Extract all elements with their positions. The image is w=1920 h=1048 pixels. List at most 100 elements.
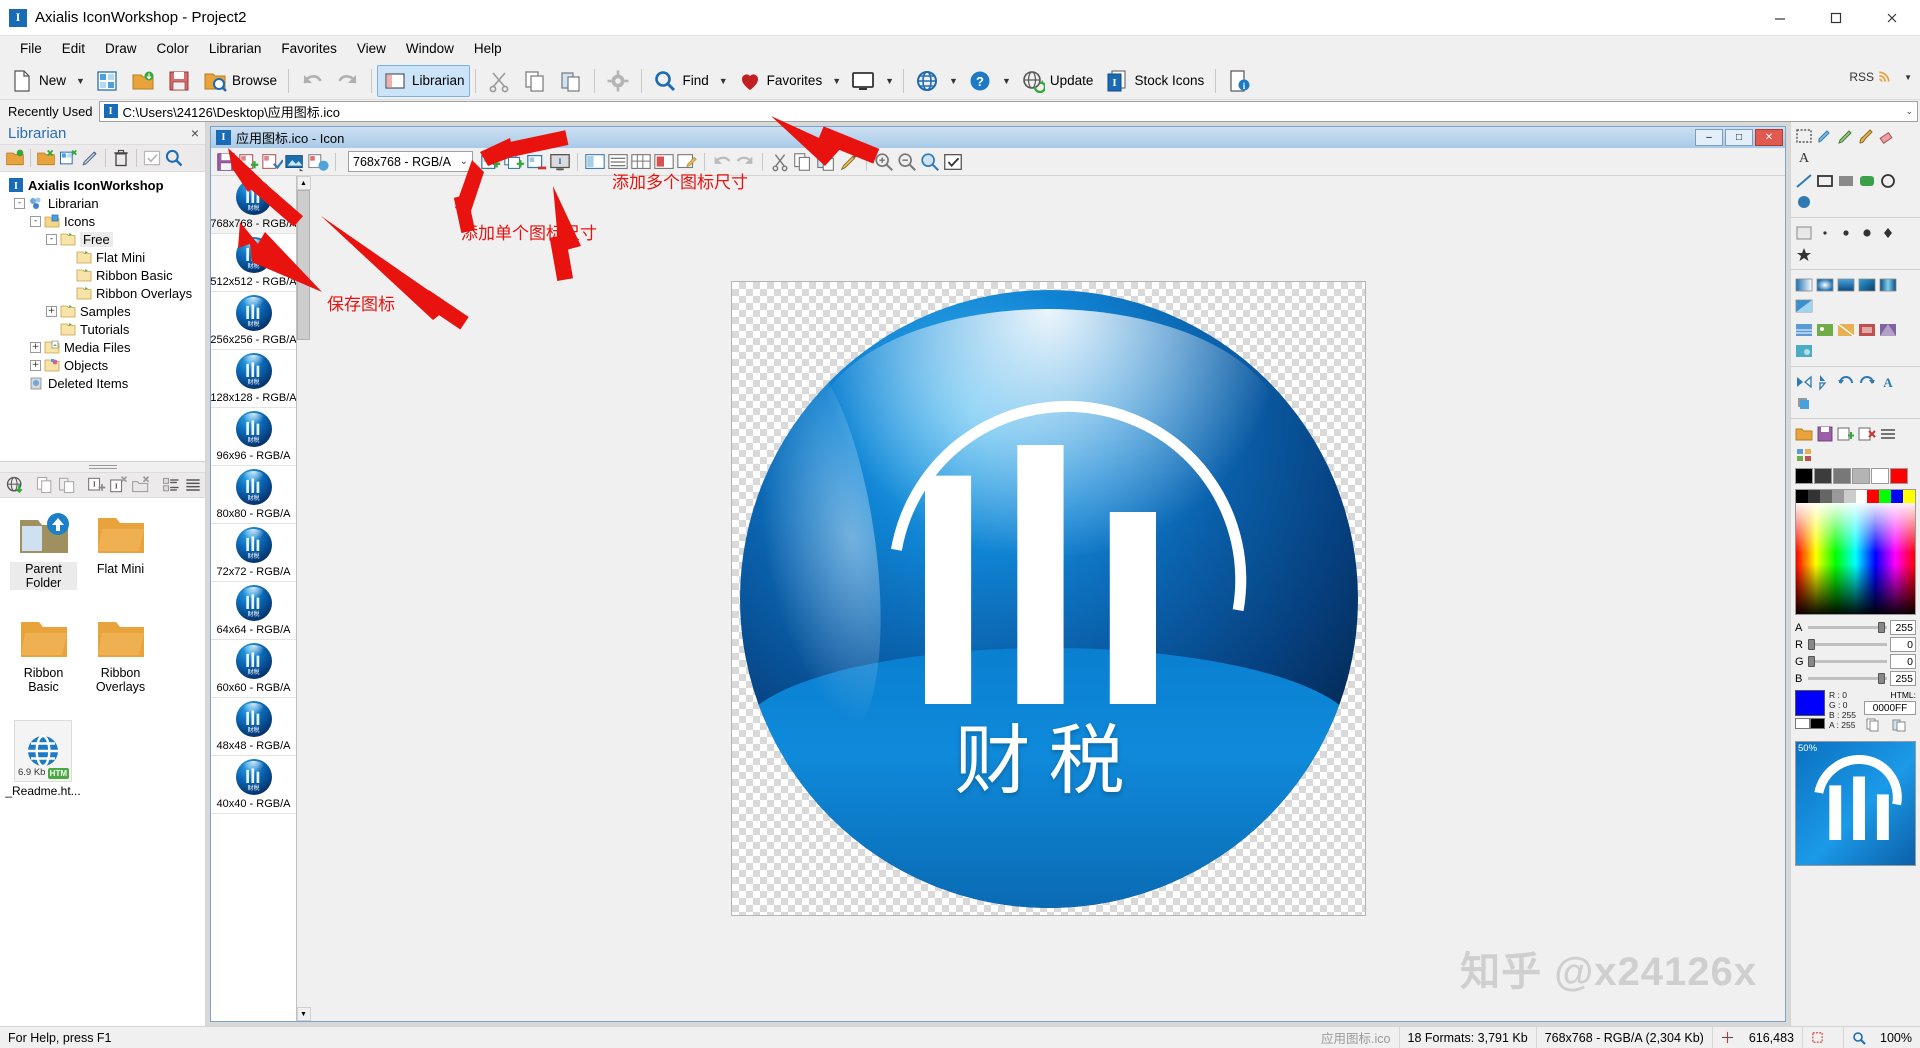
diamond-brush-icon[interactable] bbox=[1878, 223, 1898, 243]
new-group-icon[interactable] bbox=[58, 148, 78, 168]
undo-button[interactable] bbox=[294, 65, 330, 97]
new-dropdown-caret[interactable]: ▼ bbox=[72, 76, 89, 86]
tree-expander[interactable]: + bbox=[30, 359, 41, 371]
palette-add-icon[interactable] bbox=[1836, 424, 1856, 444]
star-brush-icon[interactable] bbox=[1794, 244, 1814, 264]
format-row[interactable]: 财税 48x48 - RGB/A bbox=[211, 698, 296, 756]
add-multiple-sizes-icon[interactable] bbox=[503, 151, 525, 173]
color-swatch[interactable] bbox=[1833, 468, 1851, 484]
paste-color-icon[interactable] bbox=[1892, 718, 1916, 732]
format-row[interactable]: 财税 512x512 - RGB/A bbox=[211, 234, 296, 292]
palette-grid-icon[interactable] bbox=[1794, 445, 1814, 465]
update-button[interactable]: Update bbox=[1015, 65, 1100, 97]
tree-item-flat-mini[interactable]: Flat Mini bbox=[0, 248, 205, 266]
gradient-angle-icon[interactable] bbox=[1794, 296, 1814, 316]
tree-item-axialis[interactable]: I Axialis IconWorkshop bbox=[0, 176, 205, 194]
rectangle-tool-icon[interactable] bbox=[1815, 171, 1835, 191]
palette-spectrum[interactable] bbox=[1796, 503, 1915, 614]
chevron-down-icon[interactable]: ⌄ bbox=[460, 156, 468, 167]
search-library-icon[interactable] bbox=[164, 148, 184, 168]
format-row[interactable]: 财税 128x128 - RGB/A bbox=[211, 350, 296, 408]
red-value[interactable]: 0 bbox=[1890, 637, 1916, 652]
copy-button[interactable] bbox=[517, 65, 553, 97]
web-dropdown-caret[interactable]: ▼ bbox=[945, 76, 962, 86]
scrollbar-thumb[interactable] bbox=[296, 190, 310, 340]
format-row[interactable]: 财税 768x768 - RGB/A bbox=[211, 176, 296, 234]
save-button[interactable] bbox=[161, 65, 197, 97]
fill-tool-icon[interactable] bbox=[1794, 223, 1814, 243]
shadow-effect-icon[interactable] bbox=[1794, 393, 1814, 413]
alpha-value[interactable]: 255 bbox=[1890, 620, 1916, 635]
gradient-linear-icon[interactable] bbox=[1794, 275, 1814, 295]
add-format-icon[interactable] bbox=[238, 151, 260, 173]
copy-icon[interactable] bbox=[35, 475, 55, 495]
cut-icon[interactable] bbox=[769, 151, 791, 173]
format-size-combobox[interactable]: 768x768 - RGB/A ⌄ bbox=[348, 151, 473, 172]
menu-edit[interactable]: Edit bbox=[52, 38, 95, 59]
pencil-tool-icon[interactable] bbox=[1836, 126, 1856, 146]
save-icon-button[interactable] bbox=[215, 151, 237, 173]
format-row[interactable]: 财税 256x256 - RGB/A bbox=[211, 292, 296, 350]
tree-expander[interactable]: - bbox=[30, 215, 41, 227]
trash-icon[interactable] bbox=[111, 148, 131, 168]
scroll-up-arrow[interactable]: ▲ bbox=[296, 176, 311, 190]
minimize-button[interactable] bbox=[1752, 0, 1808, 36]
scroll-down-arrow[interactable]: ▼ bbox=[296, 1007, 311, 1021]
background-color-icon[interactable] bbox=[653, 151, 675, 173]
gradient-mirror-icon[interactable] bbox=[1878, 275, 1898, 295]
flip-horizontal-icon[interactable] bbox=[1794, 372, 1814, 392]
browse-button[interactable]: Browse bbox=[197, 65, 283, 97]
tree-expander[interactable]: + bbox=[46, 305, 57, 317]
chevron-down-icon[interactable]: ⌄ bbox=[1905, 106, 1913, 117]
color-swatch[interactable] bbox=[1890, 468, 1908, 484]
undo-icon[interactable] bbox=[711, 151, 733, 173]
color-picker-icon[interactable] bbox=[1815, 126, 1835, 146]
layout-icon[interactable] bbox=[584, 151, 606, 173]
settings-button[interactable] bbox=[600, 65, 636, 97]
format-row[interactable]: 财税 80x80 - RGB/A bbox=[211, 466, 296, 524]
rss-indicator[interactable]: RSS ▼ bbox=[1849, 70, 1912, 84]
list-layout-icon[interactable] bbox=[607, 151, 629, 173]
menu-view[interactable]: View bbox=[347, 38, 396, 59]
gradient-diagonal-icon[interactable] bbox=[1857, 275, 1877, 295]
format-row[interactable]: 财税 64x64 - RGB/A bbox=[211, 582, 296, 640]
macos-format-icon[interactable] bbox=[307, 151, 329, 173]
palette-list-icon[interactable] bbox=[1878, 424, 1898, 444]
folder-item-parent[interactable]: Parent Folder bbox=[10, 512, 77, 590]
add-image-icon[interactable]: I bbox=[87, 475, 107, 495]
menu-librarian[interactable]: Librarian bbox=[199, 38, 272, 59]
tree-expander[interactable]: + bbox=[30, 341, 41, 353]
help-button[interactable]: ? bbox=[962, 65, 998, 97]
document-close-button[interactable]: ✕ bbox=[1755, 129, 1783, 146]
panel-splitter[interactable] bbox=[0, 462, 205, 472]
gradient-radial-icon[interactable] bbox=[1815, 275, 1835, 295]
file-item-readme[interactable]: 6.9 Kb HTM _Readme.ht... bbox=[5, 720, 81, 798]
paste-icon[interactable] bbox=[815, 151, 837, 173]
palette-remove-icon[interactable] bbox=[1857, 424, 1877, 444]
palette-open-icon[interactable] bbox=[1794, 424, 1814, 444]
checkbox-option-icon[interactable] bbox=[942, 151, 964, 173]
blue-slider[interactable] bbox=[1808, 673, 1887, 684]
color-swatch[interactable] bbox=[1852, 468, 1870, 484]
new-library-icon[interactable] bbox=[5, 148, 25, 168]
color-swatch[interactable] bbox=[1814, 468, 1832, 484]
librarian-toggle-button[interactable]: Librarian bbox=[376, 64, 471, 97]
tree-item-tutorials[interactable]: Tutorials bbox=[0, 320, 205, 338]
menu-window[interactable]: Window bbox=[396, 38, 464, 59]
favorites-button[interactable]: Favorites bbox=[732, 65, 829, 97]
folder-item-flat-mini[interactable]: Flat Mini bbox=[87, 512, 154, 590]
color-swatch[interactable] bbox=[1871, 468, 1889, 484]
copy-color-icon[interactable] bbox=[1866, 718, 1890, 732]
rotate-right-icon[interactable] bbox=[1857, 372, 1877, 392]
redo-icon[interactable] bbox=[734, 151, 756, 173]
eraser-tool-icon[interactable] bbox=[1878, 126, 1898, 146]
paint-brush-icon[interactable] bbox=[838, 151, 860, 173]
remove-size-icon[interactable] bbox=[526, 151, 548, 173]
menu-help[interactable]: Help bbox=[464, 38, 512, 59]
screen-capture-caret[interactable]: ▼ bbox=[881, 76, 898, 86]
screen-capture-button[interactable] bbox=[845, 65, 881, 97]
favorites-dropdown-caret[interactable]: ▼ bbox=[828, 76, 845, 86]
maximize-button[interactable] bbox=[1808, 0, 1864, 36]
text-tool-icon[interactable]: A bbox=[1794, 147, 1814, 167]
palette-gray-strip[interactable] bbox=[1796, 490, 1916, 503]
